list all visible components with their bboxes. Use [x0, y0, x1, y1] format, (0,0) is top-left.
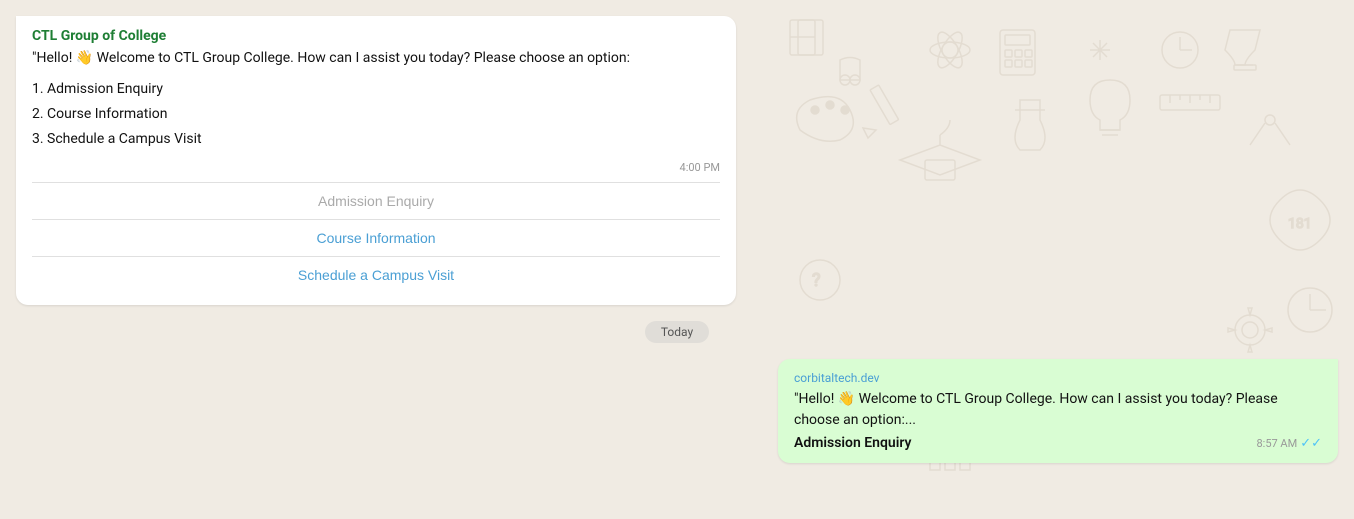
menu-item-2: 2. Course Information — [32, 102, 720, 127]
chat-area: CTL Group of College "Hello! 👋 Welcome t… — [0, 0, 1354, 519]
menu-item-3: 3. Schedule a Campus Visit — [32, 127, 720, 152]
bot-menu-list: 1. Admission Enquiry 2. Course Informati… — [32, 77, 720, 153]
today-divider: Today — [0, 321, 1354, 343]
bot-message-time: 4:00 PM — [32, 161, 720, 174]
user-selected-option: Admission Enquiry — [794, 435, 911, 451]
bot-message: CTL Group of College "Hello! 👋 Welcome t… — [0, 16, 1354, 305]
option-buttons-container: Admission Enquiry Course Information Sch… — [32, 182, 720, 293]
user-message-time: 8:57 AM ✓✓ — [1256, 436, 1322, 451]
option-admission-enquiry-button[interactable]: Admission Enquiry — [32, 183, 720, 220]
user-bubble-link: corbitaltech.dev — [794, 371, 1322, 385]
user-bubble-footer: Admission Enquiry 8:57 AM ✓✓ — [794, 435, 1322, 451]
bot-bubble: CTL Group of College "Hello! 👋 Welcome t… — [16, 16, 736, 305]
read-receipt-icon: ✓✓ — [1300, 436, 1322, 451]
option-campus-visit-button[interactable]: Schedule a Campus Visit — [32, 257, 720, 293]
menu-item-1: 1. Admission Enquiry — [32, 77, 720, 102]
user-message: corbitaltech.dev "Hello! 👋 Welcome to CT… — [0, 359, 1354, 463]
bot-sender: CTL Group of College — [32, 28, 720, 44]
today-badge: Today — [645, 321, 709, 343]
user-bubble: corbitaltech.dev "Hello! 👋 Welcome to CT… — [778, 359, 1338, 463]
option-course-information-button[interactable]: Course Information — [32, 220, 720, 257]
user-bubble-preview: "Hello! 👋 Welcome to CTL Group College. … — [794, 389, 1322, 431]
user-time-value: 8:57 AM — [1256, 437, 1297, 450]
bot-greeting-text: "Hello! 👋 Welcome to CTL Group College. … — [32, 48, 720, 69]
